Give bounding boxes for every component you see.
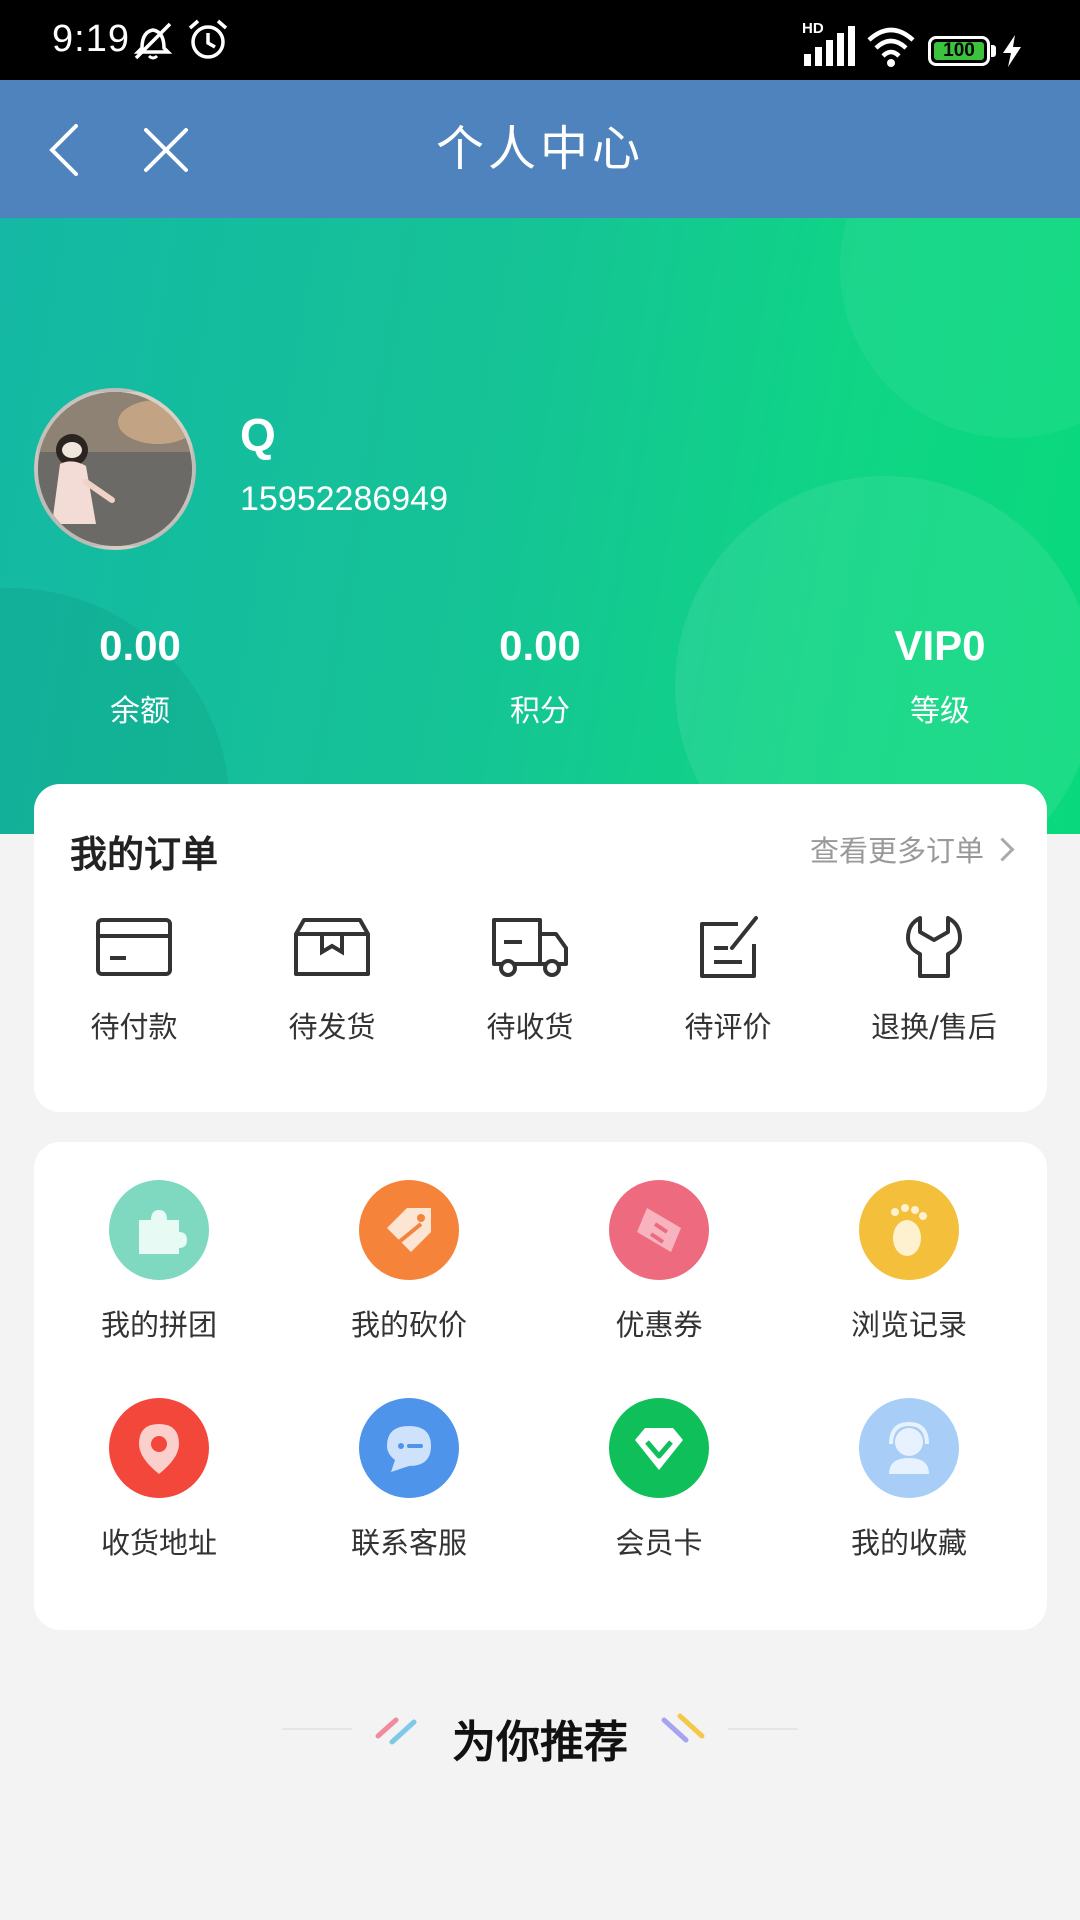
service-label: 收货地址 xyxy=(100,1526,217,1560)
stat-value: 0.00 xyxy=(499,622,581,669)
wrench-icon xyxy=(906,916,962,978)
status-bar: 9:19 HD 100 xyxy=(0,0,1080,80)
battery-level: 100 xyxy=(943,40,975,61)
avatar[interactable] xyxy=(34,388,196,550)
decor-slash-icon xyxy=(661,1713,705,1743)
box-icon xyxy=(294,918,370,976)
diamond-icon xyxy=(609,1398,709,1498)
service-label: 优惠券 xyxy=(615,1308,703,1342)
service-my-bargain[interactable]: 我的砍价 xyxy=(284,1180,534,1344)
service-customer-support[interactable]: 联系客服 xyxy=(284,1398,534,1562)
service-label: 联系客服 xyxy=(350,1526,467,1560)
signal-icon xyxy=(804,26,855,66)
order-pending-payment[interactable]: 待付款 xyxy=(34,914,234,1046)
divider-line xyxy=(728,1728,798,1730)
footprint-icon xyxy=(859,1180,959,1280)
edit-icon xyxy=(700,916,758,978)
battery-icon: 100 xyxy=(928,36,990,66)
stat-balance[interactable]: 0.00 余额 xyxy=(20,618,260,730)
service-my-group-buy[interactable]: 我的拼团 xyxy=(34,1180,284,1344)
battery-tip xyxy=(991,45,996,57)
stat-label: 余额 xyxy=(110,694,170,729)
services-card: 我的拼团 我的砍价 优惠券 浏览记录 收货地址 联系客服 会员卡 我的收藏 xyxy=(34,1142,1047,1630)
order-label: 待收货 xyxy=(486,1010,574,1044)
orders-card: 我的订单 查看更多订单 待付款 待发货 待收货 待评价 退换/售后 xyxy=(34,784,1047,1112)
order-label: 待发货 xyxy=(288,1010,376,1044)
wifi-icon xyxy=(867,27,915,67)
charging-icon xyxy=(1003,35,1021,67)
user-phone: 15952286949 xyxy=(240,480,449,518)
stat-level[interactable]: VIP0 等级 xyxy=(820,618,1060,730)
status-time: 9:19 xyxy=(52,18,130,60)
service-my-favorites[interactable]: 我的收藏 xyxy=(784,1398,1034,1562)
service-shipping-address[interactable]: 收货地址 xyxy=(34,1398,284,1562)
order-after-sales[interactable]: 退换/售后 xyxy=(834,914,1034,1046)
stat-label: 积分 xyxy=(510,694,570,729)
service-member-card[interactable]: 会员卡 xyxy=(534,1398,784,1562)
stat-value: VIP0 xyxy=(894,622,986,669)
stat-label: 等级 xyxy=(910,694,970,729)
service-label: 我的拼团 xyxy=(100,1308,217,1342)
order-label: 待评价 xyxy=(684,1010,772,1044)
service-browsing-history[interactable]: 浏览记录 xyxy=(784,1180,1034,1344)
order-label: 待付款 xyxy=(90,1010,178,1044)
page-title: 个人中心 xyxy=(435,121,644,177)
profile-header: Q 15952286949 0.00 余额 0.00 积分 VIP0 等级 xyxy=(0,218,1080,834)
decor-circle xyxy=(840,218,1080,438)
order-pending-receipt[interactable]: 待收货 xyxy=(430,914,630,1046)
service-label: 我的收藏 xyxy=(850,1526,967,1560)
support-icon xyxy=(859,1398,959,1498)
puzzle-icon xyxy=(109,1180,209,1280)
ticket-icon xyxy=(609,1180,709,1280)
service-label: 会员卡 xyxy=(615,1526,703,1560)
location-icon xyxy=(109,1398,209,1498)
view-more-orders-label: 查看更多订单 xyxy=(809,834,984,868)
avatar-image xyxy=(38,392,192,546)
tag-icon xyxy=(359,1180,459,1280)
order-label: 退换/售后 xyxy=(871,1010,997,1044)
chat-icon xyxy=(359,1398,459,1498)
truck-icon xyxy=(492,918,568,977)
card-icon xyxy=(96,918,172,976)
mute-icon xyxy=(133,22,173,60)
chevron-right-icon xyxy=(990,837,1015,862)
stat-value: 0.00 xyxy=(99,622,181,669)
alarm-icon xyxy=(188,19,228,59)
view-more-orders-link[interactable]: 查看更多订单 xyxy=(809,828,1015,870)
order-pending-shipment[interactable]: 待发货 xyxy=(232,914,432,1046)
service-coupons[interactable]: 优惠券 xyxy=(534,1180,784,1344)
service-label: 我的砍价 xyxy=(350,1308,467,1342)
stat-points[interactable]: 0.00 积分 xyxy=(420,618,660,730)
nav-bar: 个人中心 xyxy=(0,80,1080,218)
service-label: 浏览记录 xyxy=(850,1308,967,1342)
order-pending-review[interactable]: 待评价 xyxy=(628,914,828,1046)
orders-title: 我的订单 xyxy=(70,833,218,876)
user-name: Q xyxy=(240,409,276,461)
recommend-title: 为你推荐 xyxy=(452,1717,628,1768)
